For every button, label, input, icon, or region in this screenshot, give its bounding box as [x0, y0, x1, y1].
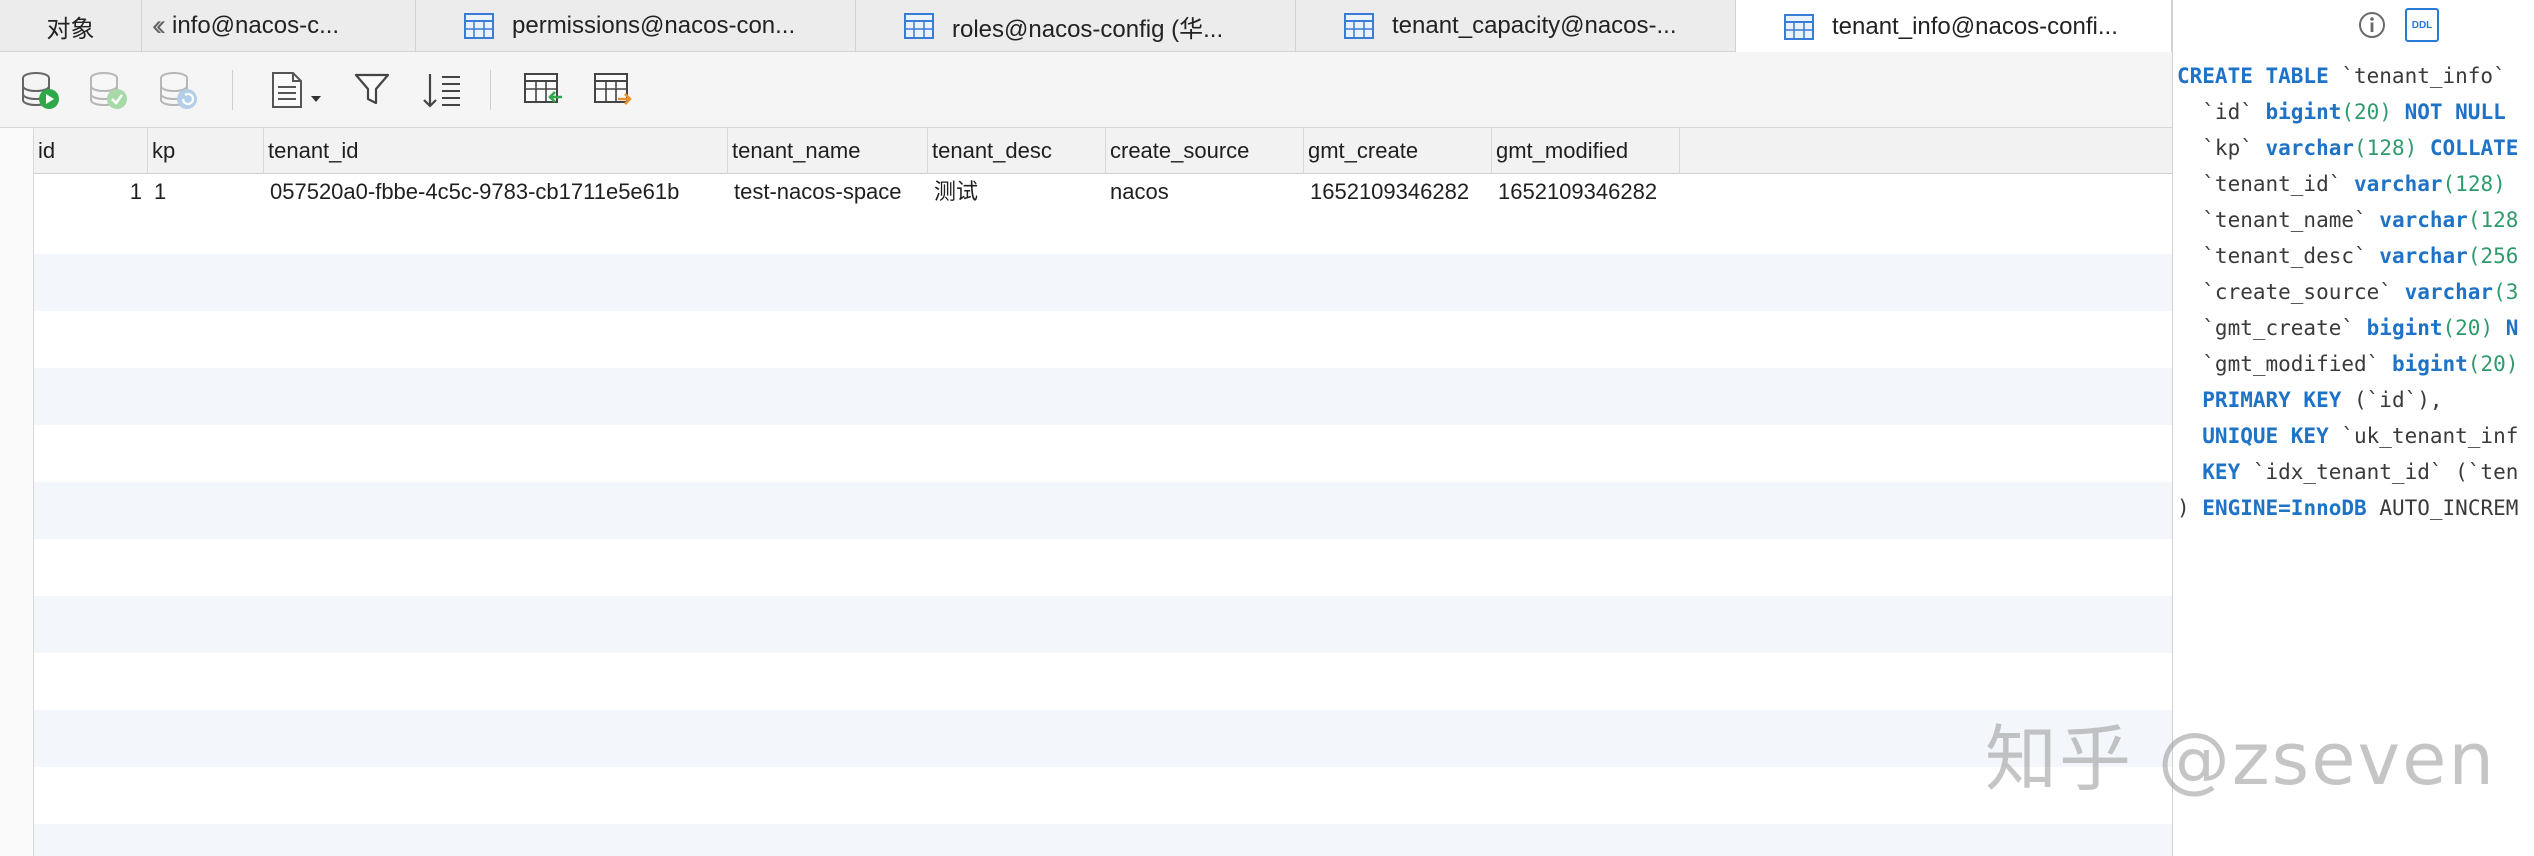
column-header-kp[interactable]: kp: [148, 128, 264, 174]
tab-permissions-label: permissions@nacos-con...: [512, 12, 796, 39]
ddl-line: `create_source` varchar(3: [2177, 280, 2519, 304]
filter-icon: [354, 73, 390, 105]
cell-create-source[interactable]: nacos: [1106, 174, 1304, 231]
table-icon: [464, 13, 494, 39]
ddl-line: CREATE TABLE `tenant_info`: [2177, 64, 2506, 88]
info-icon[interactable]: [2357, 10, 2387, 40]
database-rollback-icon: [160, 72, 197, 109]
tab-objects[interactable]: 对象: [0, 0, 142, 52]
tab-tenant-capacity[interactable]: tenant_capacity@nacos-...: [1296, 0, 1736, 52]
ddl-line: `gmt_create` bigint(20) N: [2177, 316, 2519, 340]
empty-row: [0, 368, 2172, 425]
empty-row: [0, 596, 2172, 653]
ddl-line: ) ENGINE=InnoDB AUTO_INCREM: [2177, 496, 2519, 520]
tab-objects-label: 对象: [46, 15, 95, 43]
column-header-tenant-id[interactable]: tenant_id: [264, 128, 728, 174]
cell-id[interactable]: 1: [34, 174, 148, 231]
empty-row: [0, 254, 2172, 311]
tab-bar: 对象 ‹‹ info@nacos-c... permissions@nacos-…: [0, 0, 2534, 53]
ddl-line: `tenant_id` varchar(128): [2177, 172, 2506, 196]
grid-header: id kp tenant_id tenant_name tenant_desc …: [0, 128, 2172, 174]
filter-button[interactable]: [350, 68, 394, 112]
tab-roles[interactable]: roles@nacos-config (华...: [856, 0, 1296, 52]
document-icon: [272, 72, 321, 108]
tab-info[interactable]: ‹‹ info@nacos-c...: [142, 0, 416, 52]
watermark: 知乎 @zseven: [1985, 717, 2497, 801]
tab-permissions[interactable]: permissions@nacos-con...: [416, 0, 856, 52]
tab-tenant-info[interactable]: tenant_info@nacos-confi...: [1736, 0, 2172, 53]
column-header-id[interactable]: id: [34, 128, 148, 174]
table-icon: [1344, 13, 1374, 39]
ddl-line: `id` bigint(20) NOT NULL: [2177, 100, 2506, 124]
table-import-icon: [524, 73, 562, 103]
ddl-code[interactable]: CREATE TABLE `tenant_info` `id` bigint(2…: [2177, 58, 2518, 526]
cell-tenant-desc[interactable]: 测试: [928, 174, 1106, 231]
import-button[interactable]: [522, 68, 566, 112]
sort-icon: [423, 74, 460, 108]
tab-tenant-info-label: tenant_info@nacos-confi...: [1832, 12, 2118, 40]
cell-kp[interactable]: 1: [148, 174, 264, 231]
column-header-gmt-modified[interactable]: gmt_modified: [1492, 128, 1680, 174]
table-row[interactable]: 1 1 057520a0-fbbe-4c5c-9783-cb1711e5e61b…: [0, 174, 2172, 231]
chevron-left-double-icon[interactable]: ‹‹: [152, 9, 166, 43]
ddl-icon[interactable]: DDL: [2405, 8, 2439, 42]
ddl-line: `tenant_name` varchar(128: [2177, 208, 2519, 232]
tab-tenant-capacity-label: tenant_capacity@nacos-...: [1392, 12, 1677, 39]
empty-row: [0, 482, 2172, 539]
commit-button[interactable]: [86, 68, 130, 112]
toolbar-separator: [490, 70, 491, 110]
ddl-line: UNIQUE KEY `uk_tenant_inf: [2177, 424, 2519, 448]
column-header-create-source[interactable]: create_source: [1106, 128, 1304, 174]
database-play-icon: [22, 72, 59, 109]
side-panel-header: DDL: [2172, 0, 2534, 52]
cell-gmt-create[interactable]: 1652109346282: [1304, 174, 1492, 231]
export-button[interactable]: [592, 68, 636, 112]
ddl-badge-label: DDL: [2411, 19, 2433, 31]
toolbar-separator: [232, 70, 233, 110]
rollback-button[interactable]: [156, 68, 200, 112]
ddl-line: KEY `idx_tenant_id` (`ten: [2177, 460, 2519, 484]
empty-row: [0, 824, 2172, 856]
column-header-tenant-desc[interactable]: tenant_desc: [928, 128, 1106, 174]
tab-info-label: info@nacos-c...: [171, 12, 340, 39]
cell-gmt-modified[interactable]: 1652109346282: [1492, 174, 1680, 231]
cell-tenant-id[interactable]: 057520a0-fbbe-4c5c-9783-cb1711e5e61b: [264, 174, 728, 231]
empty-row: [0, 710, 2172, 767]
ddl-line: `kp` varchar(128) COLLATE: [2177, 136, 2519, 160]
sort-button[interactable]: [420, 68, 464, 112]
toolbar: [0, 52, 2172, 128]
tab-roles-label: roles@nacos-config (华...: [952, 15, 1224, 43]
cell-tenant-name[interactable]: test-nacos-space: [728, 174, 928, 231]
ddl-line: `tenant_desc` varchar(256: [2177, 244, 2519, 268]
begin-transaction-button[interactable]: [18, 68, 62, 112]
table-icon: [1784, 13, 1814, 40]
ddl-line: PRIMARY KEY (`id`),: [2177, 388, 2443, 412]
database-check-icon: [90, 72, 127, 109]
column-header-gmt-create[interactable]: gmt_create: [1304, 128, 1492, 174]
column-header-tenant-name[interactable]: tenant_name: [728, 128, 928, 174]
table-icon: [904, 13, 934, 39]
table-export-icon: [594, 73, 632, 105]
ddl-line: `gmt_modified` bigint(20): [2177, 352, 2519, 376]
row-gutter: [0, 128, 34, 856]
text-view-dropdown-button[interactable]: [266, 68, 328, 112]
data-grid: id kp tenant_id tenant_name tenant_desc …: [0, 128, 2172, 856]
